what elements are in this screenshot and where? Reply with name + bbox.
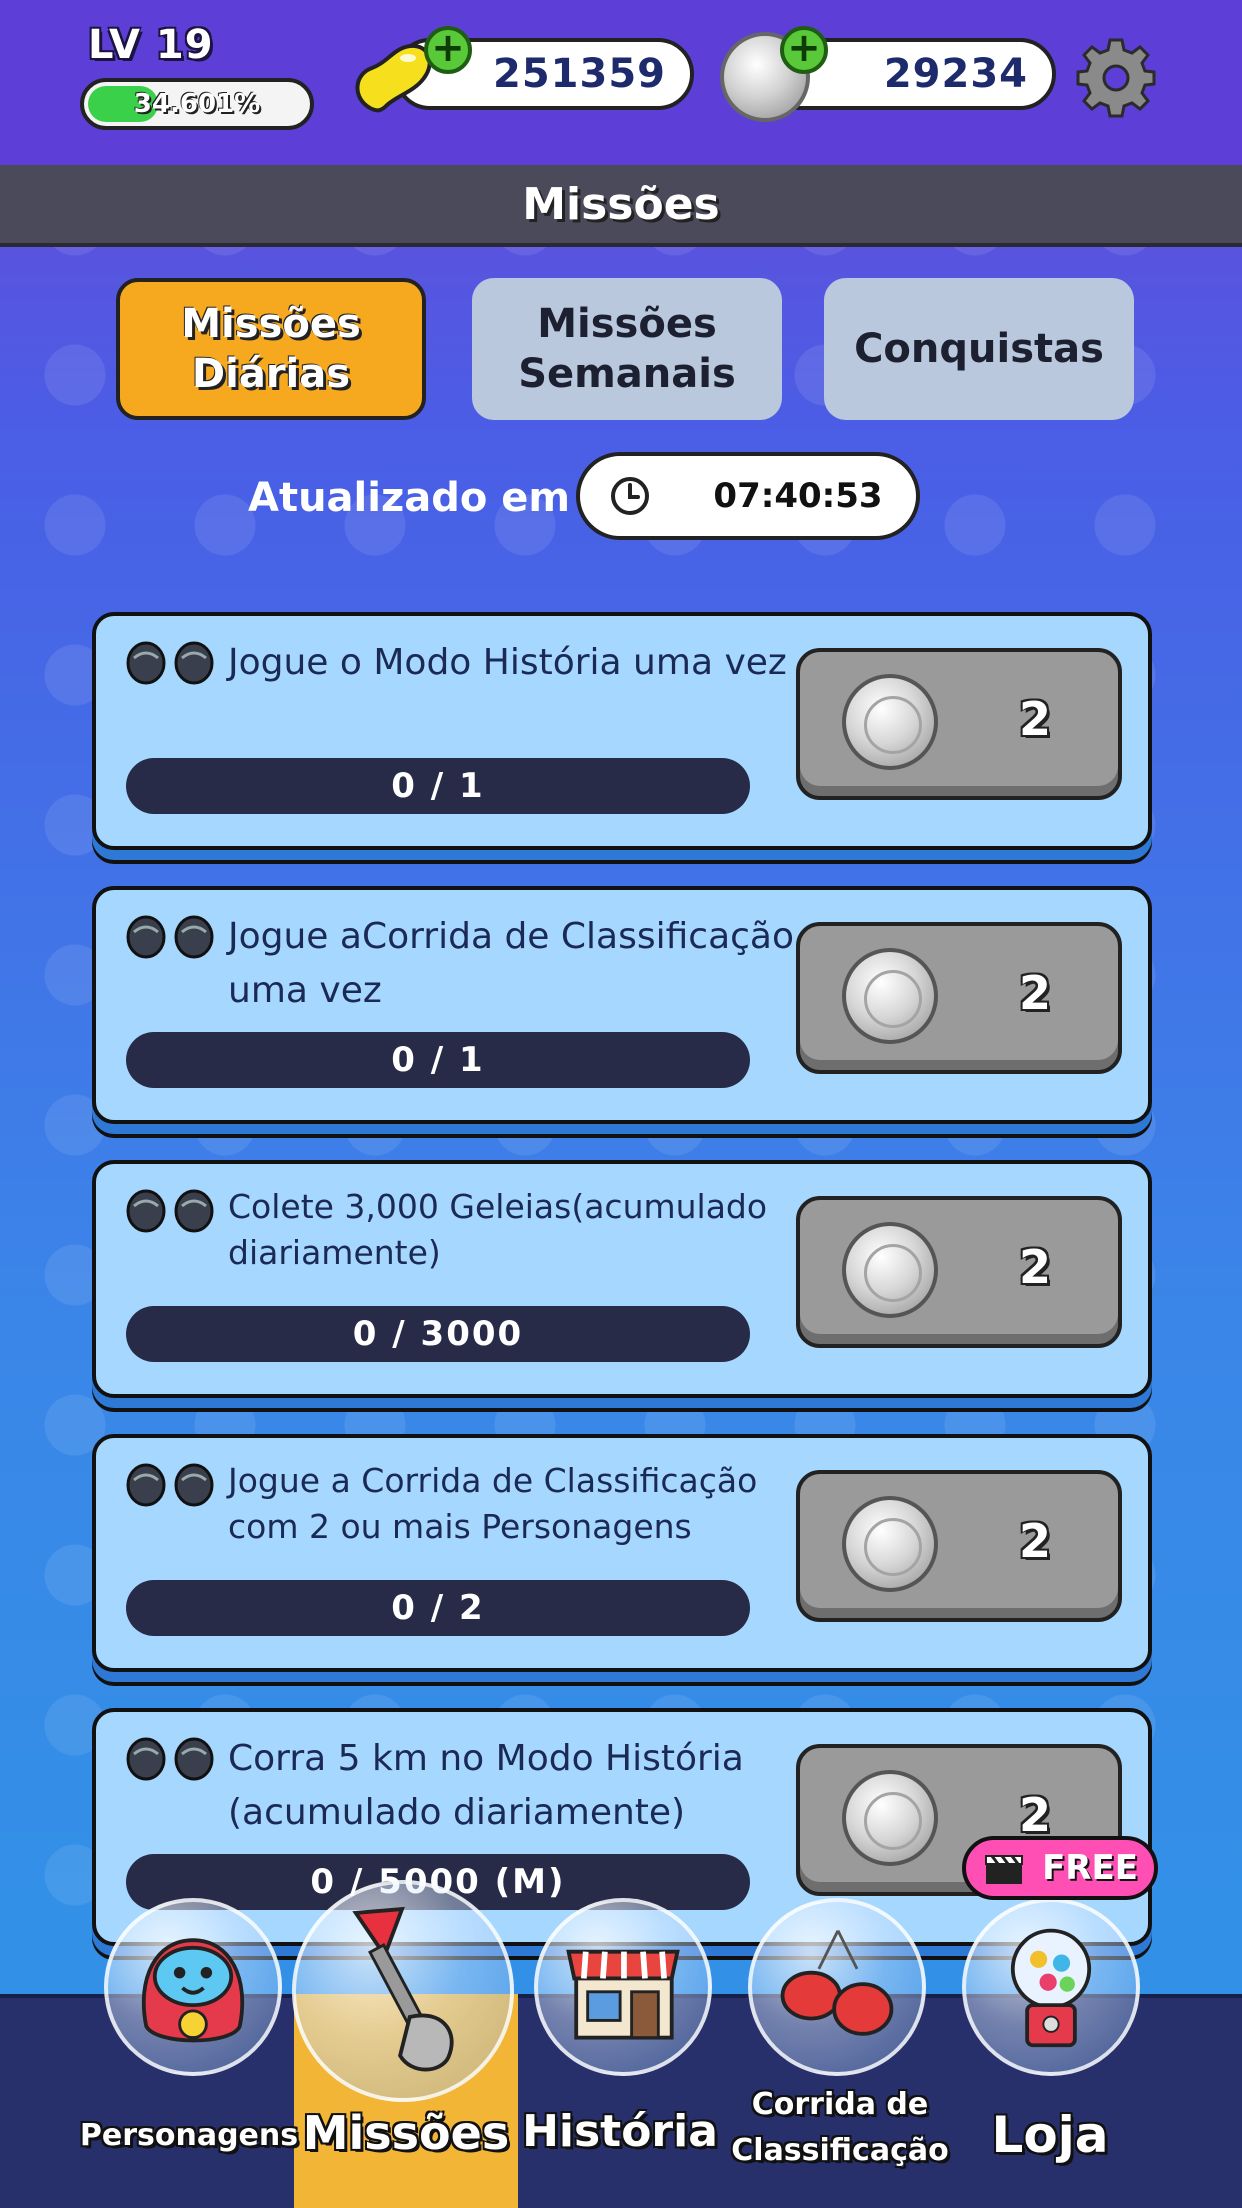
- jelly-count: 251359: [493, 51, 666, 97]
- nav-story-button[interactable]: [534, 1898, 712, 2076]
- tab-achievements-label: Conquistas: [854, 326, 1104, 372]
- mission-reward-button[interactable]: 2: [796, 1470, 1122, 1622]
- nav-shop-button[interactable]: [962, 1898, 1140, 2076]
- shop-building-icon: [566, 1949, 680, 2040]
- character-icon: [141, 1938, 245, 2043]
- coin-count: 29234: [883, 51, 1028, 97]
- mission-description: Jogue o Modo História uma vez: [228, 642, 787, 683]
- mission-description: Jogue aCorrida de Classificação uma vez: [228, 916, 795, 1011]
- mission-card: Jogue a Corrida de Classificação com 2 o…: [92, 1434, 1152, 1672]
- nav-missions-button[interactable]: [292, 1880, 514, 2102]
- mission-progress-text: 0 / 2: [391, 1588, 485, 1628]
- gumball-machine-icon: [1010, 1928, 1092, 2048]
- boxing-gloves-icon: [780, 1930, 894, 2036]
- mission-progress-text: 0 / 1: [391, 766, 485, 806]
- shovel-icon: [352, 1906, 454, 2072]
- free-badge-label: FREE: [1042, 1848, 1138, 1888]
- xp-percent-text: 34.601%: [133, 89, 261, 119]
- mission-progress-text: 0 / 3000: [352, 1314, 524, 1354]
- top-bar: LV 19 34.601% 251359 + 29234 +: [0, 0, 1242, 165]
- clock-icon: [611, 477, 649, 515]
- tab-daily-missions-label: Missões Diárias: [181, 301, 361, 397]
- mission-progress-bar: 0 / 3000: [126, 1306, 750, 1362]
- silver-coin-icon: [842, 1770, 938, 1866]
- tab-weekly-missions[interactable]: Missões Semanais: [472, 278, 782, 420]
- mission-jelly-pair-icon: [126, 1463, 214, 1507]
- mission-card: Jogue o Modo História uma vez 0 / 1 2: [92, 612, 1152, 850]
- mission-jelly-pair-icon: [126, 1737, 214, 1781]
- mission-reward-amount: 2: [1018, 1240, 1051, 1294]
- nav-story-label: História: [522, 2106, 718, 2157]
- refresh-timer-value: 07:40:53: [713, 476, 883, 516]
- mission-reward-button[interactable]: 2: [796, 648, 1122, 800]
- nav-characters-button[interactable]: [104, 1898, 282, 2076]
- title-bar: Missões: [0, 165, 1242, 247]
- gear-icon[interactable]: [1074, 36, 1158, 120]
- mission-reward-button[interactable]: 2: [796, 922, 1122, 1074]
- nav-missions-label: Missões: [302, 2106, 510, 2160]
- silver-coin-icon: [842, 1496, 938, 1592]
- clapperboard-icon: [985, 1855, 1023, 1884]
- mission-jelly-pair-icon: [126, 641, 214, 685]
- mission-reward-button[interactable]: 2: [796, 1196, 1122, 1348]
- refresh-label: Atualizado em: [248, 475, 571, 521]
- app-screen: LV 19 34.601% 251359 + 29234 + Missões M…: [0, 0, 1242, 2208]
- free-badge: FREE: [962, 1836, 1158, 1900]
- mission-reward-amount: 2: [1018, 1514, 1051, 1568]
- mission-progress-bar: 0 / 2: [126, 1580, 750, 1636]
- tab-achievements[interactable]: Conquistas: [824, 278, 1134, 420]
- mission-description: Jogue a Corrida de Classificação com 2 o…: [228, 1461, 758, 1546]
- mission-description: Colete 3,000 Geleias(acumulado diariamen…: [228, 1187, 768, 1272]
- mission-progress-text: 0 / 1: [391, 1040, 485, 1080]
- add-jelly-icon[interactable]: +: [424, 26, 472, 74]
- silver-coin-icon: [842, 948, 938, 1044]
- mission-description: Corra 5 km no Modo História (acumulado d…: [228, 1738, 744, 1833]
- nav-shop-label: Loja: [991, 2106, 1109, 2164]
- mission-jelly-pair-icon: [126, 915, 214, 959]
- tab-daily-missions[interactable]: Missões Diárias: [116, 278, 426, 420]
- silver-coin-icon: [842, 674, 938, 770]
- mission-reward-amount: 2: [1018, 966, 1051, 1020]
- tab-weekly-missions-label: Missões Semanais: [518, 301, 736, 397]
- mission-progress-bar: 0 / 1: [126, 758, 750, 814]
- nav-ranking-race-button[interactable]: [748, 1898, 926, 2076]
- refresh-timer: 07:40:53: [576, 452, 920, 540]
- mission-card: Jogue aCorrida de Classificação uma vez …: [92, 886, 1152, 1124]
- page-title: Missões: [522, 178, 720, 230]
- mission-progress-bar: 0 / 1: [126, 1032, 750, 1088]
- mission-card: Colete 3,000 Geleias(acumulado diariamen…: [92, 1160, 1152, 1398]
- mission-reward-amount: 2: [1018, 692, 1051, 746]
- level-label: LV 19: [88, 22, 214, 68]
- nav-characters-label: Personagens: [79, 2118, 299, 2153]
- xp-progress-bar: 34.601%: [80, 78, 314, 130]
- nav-ranking-race-label: Corrida de Classificação: [731, 2087, 949, 2168]
- add-coin-icon[interactable]: +: [780, 26, 828, 74]
- silver-coin-icon: [842, 1222, 938, 1318]
- mission-jelly-pair-icon: [126, 1189, 214, 1233]
